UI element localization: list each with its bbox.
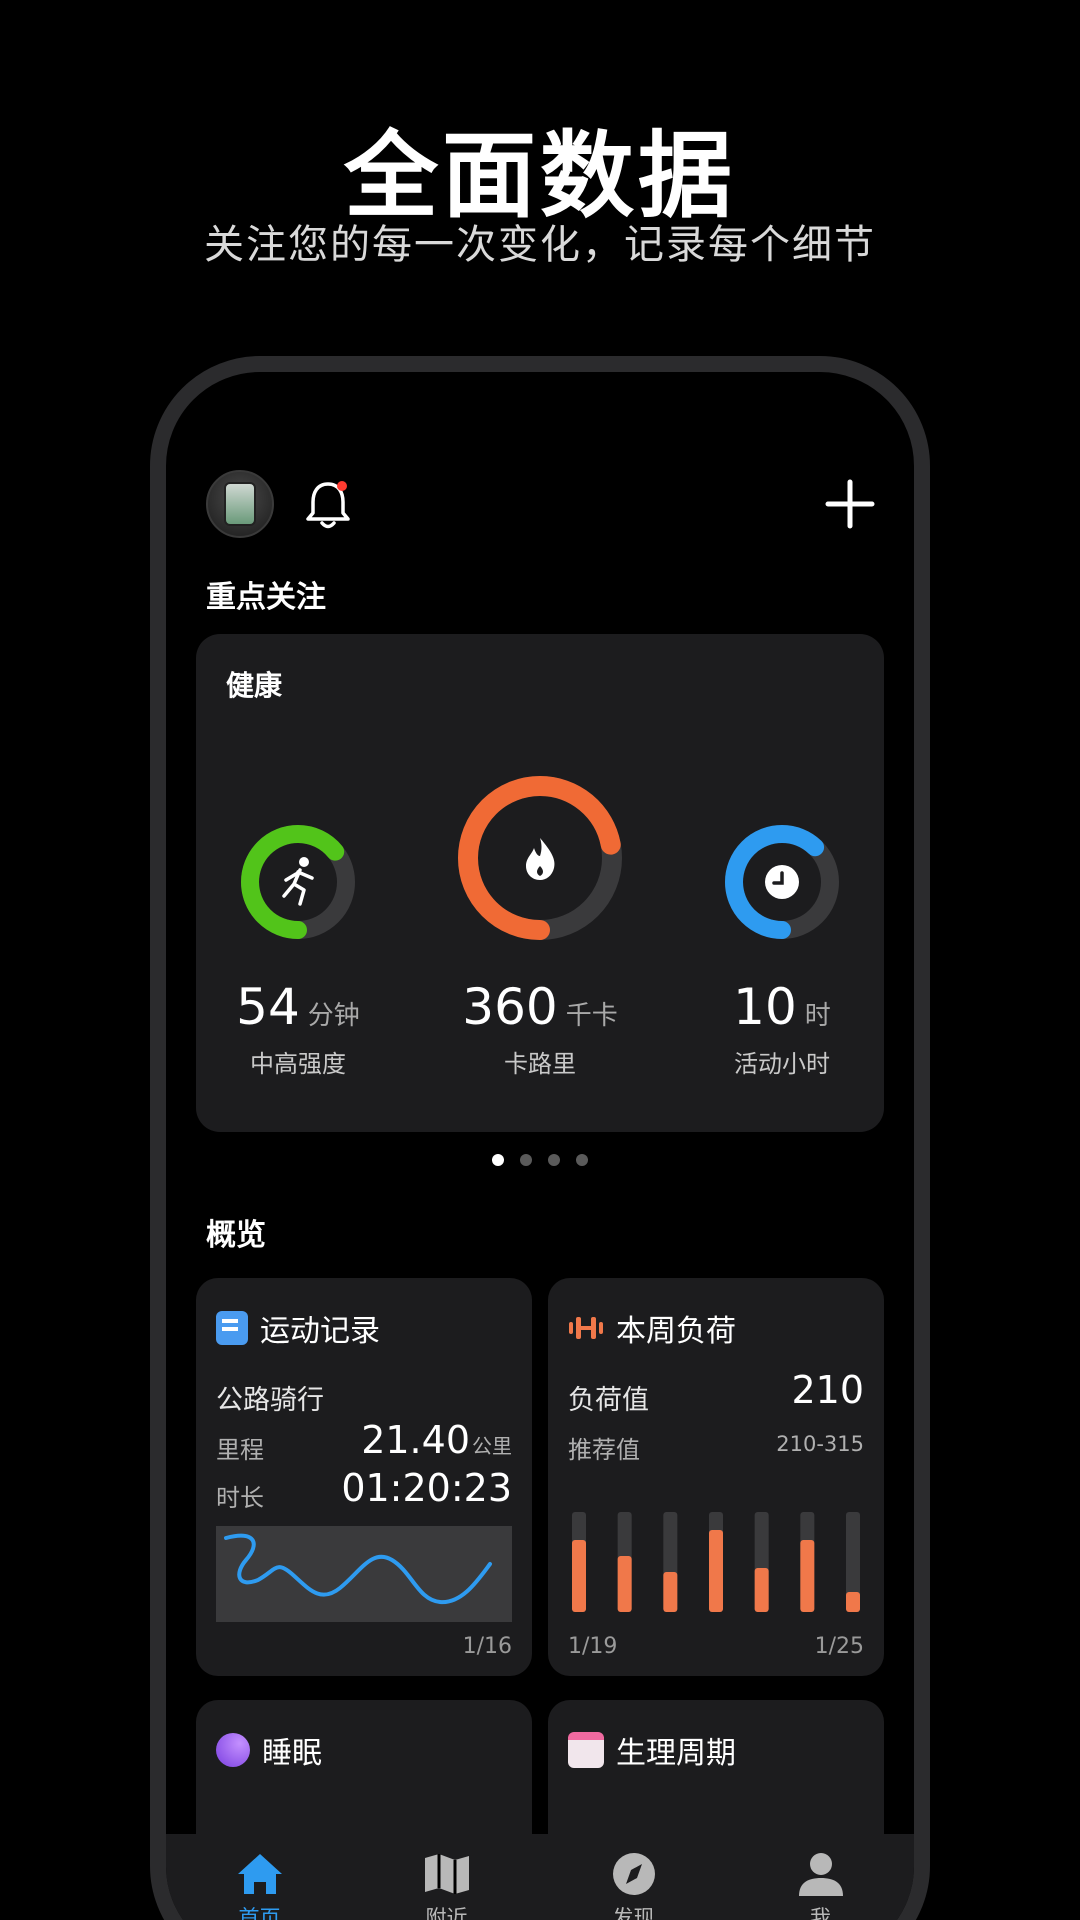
tab-discover[interactable]: 发现 xyxy=(574,1852,694,1920)
workout-record-tile[interactable]: 运动记录 公路骑行 里程 21.40 公里 时长 01:20:23 1/16 xyxy=(196,1278,532,1676)
tab-label: 首页 xyxy=(238,1906,281,1920)
load-start-date: 1/19 xyxy=(568,1634,618,1659)
recommended-label: 推荐值 xyxy=(568,1436,640,1464)
load-tile-title: 本周负荷 xyxy=(616,1314,736,1349)
tab-home[interactable]: 首页 xyxy=(200,1852,320,1920)
sleep-tile-header: 睡眠 xyxy=(216,1728,322,1772)
load-value: 210 xyxy=(791,1368,864,1412)
metric-unit: 千卡 xyxy=(565,1001,618,1031)
load-bar xyxy=(663,1572,678,1612)
distance-readout: 21.40 公里 xyxy=(361,1418,512,1462)
compass-icon xyxy=(612,1853,655,1895)
duration-value: 01:20:23 xyxy=(341,1466,512,1510)
distance-value: 21.40 xyxy=(361,1418,470,1462)
tab-label: 我 xyxy=(810,1906,831,1920)
tab-label: 发现 xyxy=(612,1906,655,1920)
metric-value: 360 xyxy=(462,978,558,1036)
top-bar xyxy=(206,470,878,540)
duration-label: 时长 xyxy=(216,1484,264,1512)
bell-icon[interactable] xyxy=(302,478,354,532)
plus-icon[interactable] xyxy=(822,476,878,532)
map-icon xyxy=(424,1854,469,1894)
distance-label: 里程 xyxy=(216,1436,264,1464)
cycle-tile-header: 生理周期 xyxy=(568,1728,736,1772)
metric-calories: 360 千卡 卡路里 xyxy=(440,978,640,1079)
moon-icon xyxy=(216,1733,250,1767)
clock-icon xyxy=(765,865,799,899)
pager-dot[interactable] xyxy=(576,1154,588,1166)
load-end-date: 1/25 xyxy=(814,1634,864,1659)
overview-section-title: 概览 xyxy=(206,1218,266,1253)
load-tile-header: 本周负荷 xyxy=(568,1306,736,1350)
route-line xyxy=(224,1533,492,1605)
recommended-value: 210-315 xyxy=(776,1432,864,1456)
phone-frame: 重点关注 健康 54 分钟 中高强度 360 千卡 卡路里 10 时 活动小时 … xyxy=(150,356,930,1920)
load-bar xyxy=(754,1568,769,1612)
tab-label: 附近 xyxy=(425,1906,468,1920)
weekly-load-tile[interactable]: 本周负荷 负荷值 210 推荐值 210-315 1/19 1/25 xyxy=(548,1278,884,1676)
workout-date: 1/16 xyxy=(462,1634,512,1659)
home-icon xyxy=(237,1854,282,1894)
card-pager[interactable] xyxy=(166,1154,914,1166)
person-icon xyxy=(798,1853,843,1896)
pager-dot[interactable] xyxy=(520,1154,532,1166)
metric-unit: 分钟 xyxy=(307,1001,360,1031)
metric-value: 54 xyxy=(236,978,300,1036)
health-card[interactable]: 健康 54 分钟 中高强度 360 千卡 卡路里 10 时 活动小时 xyxy=(196,634,884,1132)
load-bar xyxy=(572,1540,586,1612)
bottom-tab-bar: 首页 附近 发现 我 xyxy=(166,1834,914,1920)
load-bar xyxy=(709,1530,723,1612)
load-bar xyxy=(846,1592,860,1612)
load-bar xyxy=(800,1540,815,1612)
metric-label: 活动小时 xyxy=(734,1050,830,1078)
phone-screen: 重点关注 健康 54 分钟 中高强度 360 千卡 卡路里 10 时 活动小时 … xyxy=(166,372,914,1920)
dumbbell-icon xyxy=(569,1317,603,1339)
running-icon xyxy=(282,857,314,906)
calendar-icon xyxy=(568,1732,604,1768)
tab-me[interactable]: 我 xyxy=(761,1852,881,1920)
flame-icon xyxy=(526,838,555,880)
load-bar xyxy=(617,1556,632,1612)
pager-dot[interactable] xyxy=(492,1154,504,1166)
metric-unit: 时 xyxy=(804,1001,831,1031)
metric-label: 卡路里 xyxy=(504,1050,576,1078)
metric-label: 中高强度 xyxy=(250,1050,346,1078)
metric-active-hours: 10 时 活动小时 xyxy=(682,978,882,1079)
focus-section-title: 重点关注 xyxy=(206,580,326,615)
metric-intensity: 54 分钟 中高强度 xyxy=(198,978,398,1079)
promo-subline: 关注您的每一次变化，记录每个细节 xyxy=(204,222,876,268)
load-bar-chart xyxy=(572,1512,860,1612)
watch-avatar-icon[interactable] xyxy=(206,470,274,538)
sleep-tile-title: 睡眠 xyxy=(262,1736,322,1771)
metric-value: 10 xyxy=(733,978,797,1036)
workout-activity: 公路骑行 xyxy=(216,1385,324,1416)
workout-tile-header: 运动记录 xyxy=(216,1306,380,1350)
distance-unit: 公里 xyxy=(472,1434,512,1458)
tab-nearby[interactable]: 附近 xyxy=(387,1852,507,1920)
route-map xyxy=(216,1526,512,1622)
pager-dot[interactable] xyxy=(548,1154,560,1166)
load-value-label: 负荷值 xyxy=(568,1385,649,1416)
workout-record-icon xyxy=(216,1311,248,1345)
workout-tile-title: 运动记录 xyxy=(260,1314,380,1349)
cycle-tile-title: 生理周期 xyxy=(616,1736,736,1771)
notification-dot xyxy=(337,481,347,491)
